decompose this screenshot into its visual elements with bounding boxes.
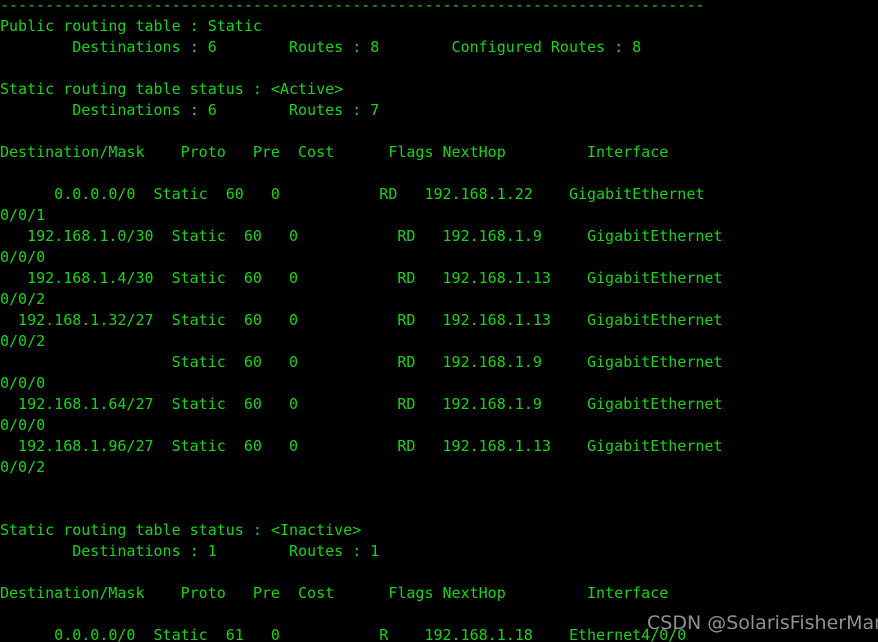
active-status-line: Static routing table status : <Active> xyxy=(0,80,344,98)
table-row: 192.168.1.96/27 Static 60 0 RD 192.168.1… xyxy=(0,437,723,455)
table-row-continuation: 0/0/0 xyxy=(0,248,46,266)
separator-line: ----------------------------------------… xyxy=(0,0,705,14)
table-row-continuation: 0/0/2 xyxy=(0,290,46,308)
table-row: 192.168.1.4/30 Static 60 0 RD 192.168.1.… xyxy=(0,269,723,287)
table-row-continuation: 0/0/2 xyxy=(0,458,46,476)
table-row: 0.0.0.0/0 Static 60 0 RD 192.168.1.22 Gi… xyxy=(0,185,705,203)
table-row: 192.168.1.32/27 Static 60 0 RD 192.168.1… xyxy=(0,311,723,329)
public-routing-table-summary: Destinations : 6 Routes : 8 Configured R… xyxy=(0,38,642,56)
active-summary-line: Destinations : 6 Routes : 7 xyxy=(0,101,380,119)
inactive-summary-line: Destinations : 1 Routes : 1 xyxy=(0,542,380,560)
table-row: 0.0.0.0/0 Static 61 0 R 192.168.1.18 Eth… xyxy=(0,626,687,642)
active-table-header: Destination/Mask Proto Pre Cost Flags Ne… xyxy=(0,143,669,161)
terminal-window[interactable]: ----------------------------------------… xyxy=(0,0,878,642)
table-row: Static 60 0 RD 192.168.1.9 GigabitEthern… xyxy=(0,353,723,371)
inactive-table-header: Destination/Mask Proto Pre Cost Flags Ne… xyxy=(0,584,669,602)
table-row-continuation: 0/0/2 xyxy=(0,332,46,350)
table-row-continuation: 0/0/0 xyxy=(0,416,46,434)
table-row-continuation: 0/0/1 xyxy=(0,206,46,224)
inactive-status-line: Static routing table status : <Inactive> xyxy=(0,521,362,539)
table-row: 192.168.1.64/27 Static 60 0 RD 192.168.1… xyxy=(0,395,723,413)
table-row: 192.168.1.0/30 Static 60 0 RD 192.168.1.… xyxy=(0,227,723,245)
table-row-continuation: 0/0/0 xyxy=(0,374,46,392)
public-routing-table-label: Public routing table : Static xyxy=(0,17,262,35)
terminal-screen: ----------------------------------------… xyxy=(0,0,878,642)
